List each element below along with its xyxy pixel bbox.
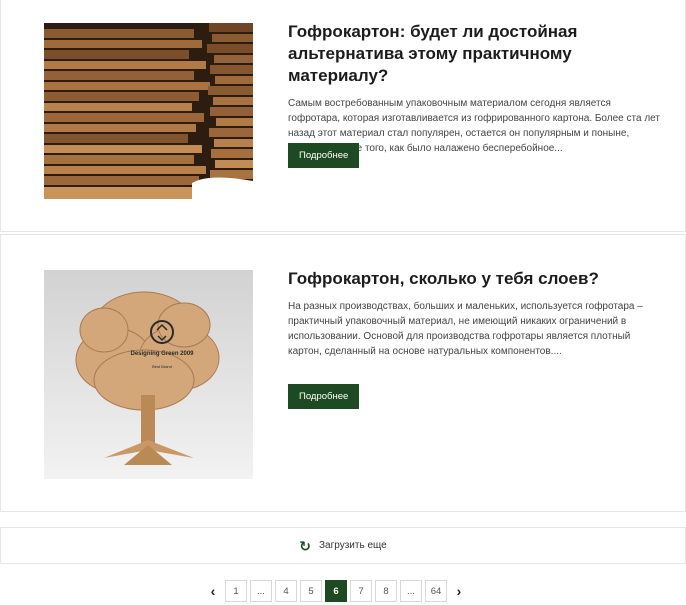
image-caption-small: Best Brand bbox=[152, 364, 172, 369]
article-card: Designing Green 2009 Best Brand Гофрокар… bbox=[0, 234, 686, 512]
page-ellipsis[interactable]: ... bbox=[250, 580, 272, 602]
pagination: ‹ 1 ... 4 5 6 7 8 ... 64 › bbox=[204, 579, 468, 603]
page-link[interactable]: 64 bbox=[425, 580, 447, 602]
article-text: Гофрокартон: будет ли достойная альтерна… bbox=[288, 21, 660, 156]
page-link-active[interactable]: 6 bbox=[325, 580, 347, 602]
page-link[interactable]: 4 bbox=[275, 580, 297, 602]
next-page-icon[interactable]: › bbox=[450, 580, 468, 602]
refresh-icon: ↻ bbox=[299, 537, 312, 554]
page-link[interactable]: 8 bbox=[375, 580, 397, 602]
article-image[interactable]: Designing Green 2009 Best Brand bbox=[44, 270, 253, 479]
article-image[interactable] bbox=[44, 23, 253, 199]
read-more-button[interactable]: Подробнее bbox=[288, 143, 360, 168]
article-title[interactable]: Гофрокартон: будет ли достойная альтерна… bbox=[288, 21, 660, 87]
article-excerpt: На разных производствах, больших и мален… bbox=[288, 301, 643, 357]
article-title[interactable]: Гофрокартон, сколько у тебя слоев? bbox=[288, 268, 660, 290]
article-text: Гофрокартон, сколько у тебя слоев? На ра… bbox=[288, 268, 660, 359]
prev-page-icon[interactable]: ‹ bbox=[204, 580, 222, 602]
image-caption: Designing Green 2009 bbox=[130, 351, 194, 357]
page-link[interactable]: 7 bbox=[350, 580, 372, 602]
cardboard-tree-image: Designing Green 2009 Best Brand bbox=[44, 270, 253, 479]
article-card: Гофрокартон: будет ли достойная альтерна… bbox=[0, 0, 686, 232]
load-more-label: Загрузить еще bbox=[319, 540, 387, 551]
load-more-button[interactable]: ↻ Загрузить еще bbox=[0, 527, 686, 564]
cardboard-stack-image bbox=[44, 23, 253, 199]
read-more-button[interactable]: Подробнее bbox=[288, 384, 360, 409]
page-link[interactable]: 1 bbox=[225, 580, 247, 602]
page-link[interactable]: 5 bbox=[300, 580, 322, 602]
page-ellipsis[interactable]: ... bbox=[400, 580, 422, 602]
